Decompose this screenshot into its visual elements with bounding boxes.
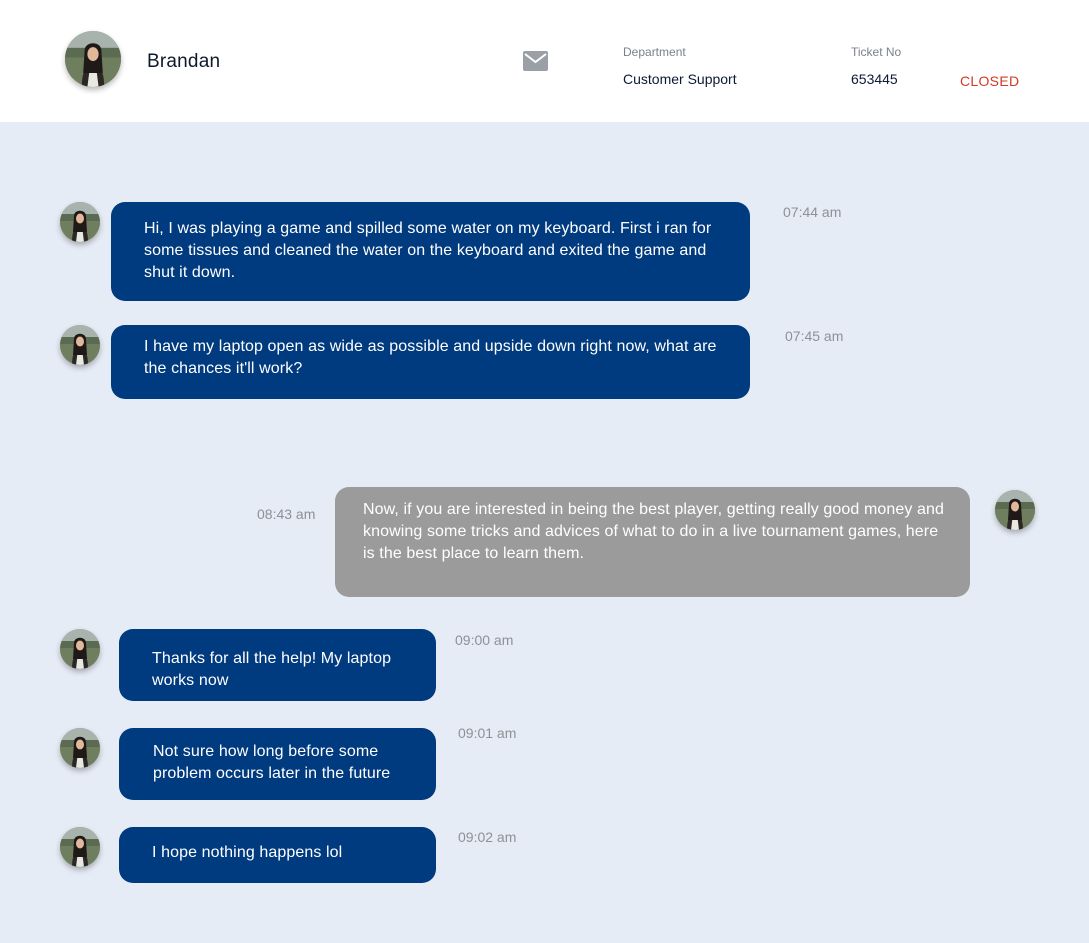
message-bubble[interactable]: I have my laptop open as wide as possibl…: [111, 325, 750, 399]
ticket-label: Ticket No: [851, 45, 902, 59]
status-badge: CLOSED: [960, 73, 1020, 89]
ticket-header: Brandan Department Customer Support Tick…: [0, 0, 1089, 122]
user-avatar[interactable]: [65, 31, 121, 87]
message-time: 07:45 am: [785, 328, 844, 344]
message-bubble[interactable]: Now, if you are interested in being the …: [335, 487, 970, 597]
message-time: 08:43 am: [257, 506, 316, 522]
message-time: 09:00 am: [455, 632, 514, 648]
message-avatar: [60, 827, 100, 867]
user-name: Brandan: [147, 51, 221, 72]
message-bubble[interactable]: Hi, I was playing a game and spilled som…: [111, 202, 750, 301]
message-avatar: [60, 325, 100, 365]
message-avatar: [60, 202, 100, 242]
department-value: Customer Support: [623, 71, 737, 87]
message-avatar: [60, 629, 100, 669]
message-time: 07:44 am: [783, 204, 842, 220]
message-avatar: [60, 728, 100, 768]
message-bubble[interactable]: Thanks for all the help! My laptop works…: [119, 629, 436, 701]
message-bubble[interactable]: Not sure how long before some problem oc…: [119, 728, 436, 800]
message-avatar: [995, 490, 1035, 530]
ticket-number: 653445: [851, 71, 898, 87]
message-time: 09:02 am: [458, 829, 517, 845]
department-label: Department: [623, 45, 686, 59]
mail-icon[interactable]: [523, 51, 548, 71]
message-time: 09:01 am: [458, 725, 517, 741]
message-bubble[interactable]: I hope nothing happens lol: [119, 827, 436, 883]
